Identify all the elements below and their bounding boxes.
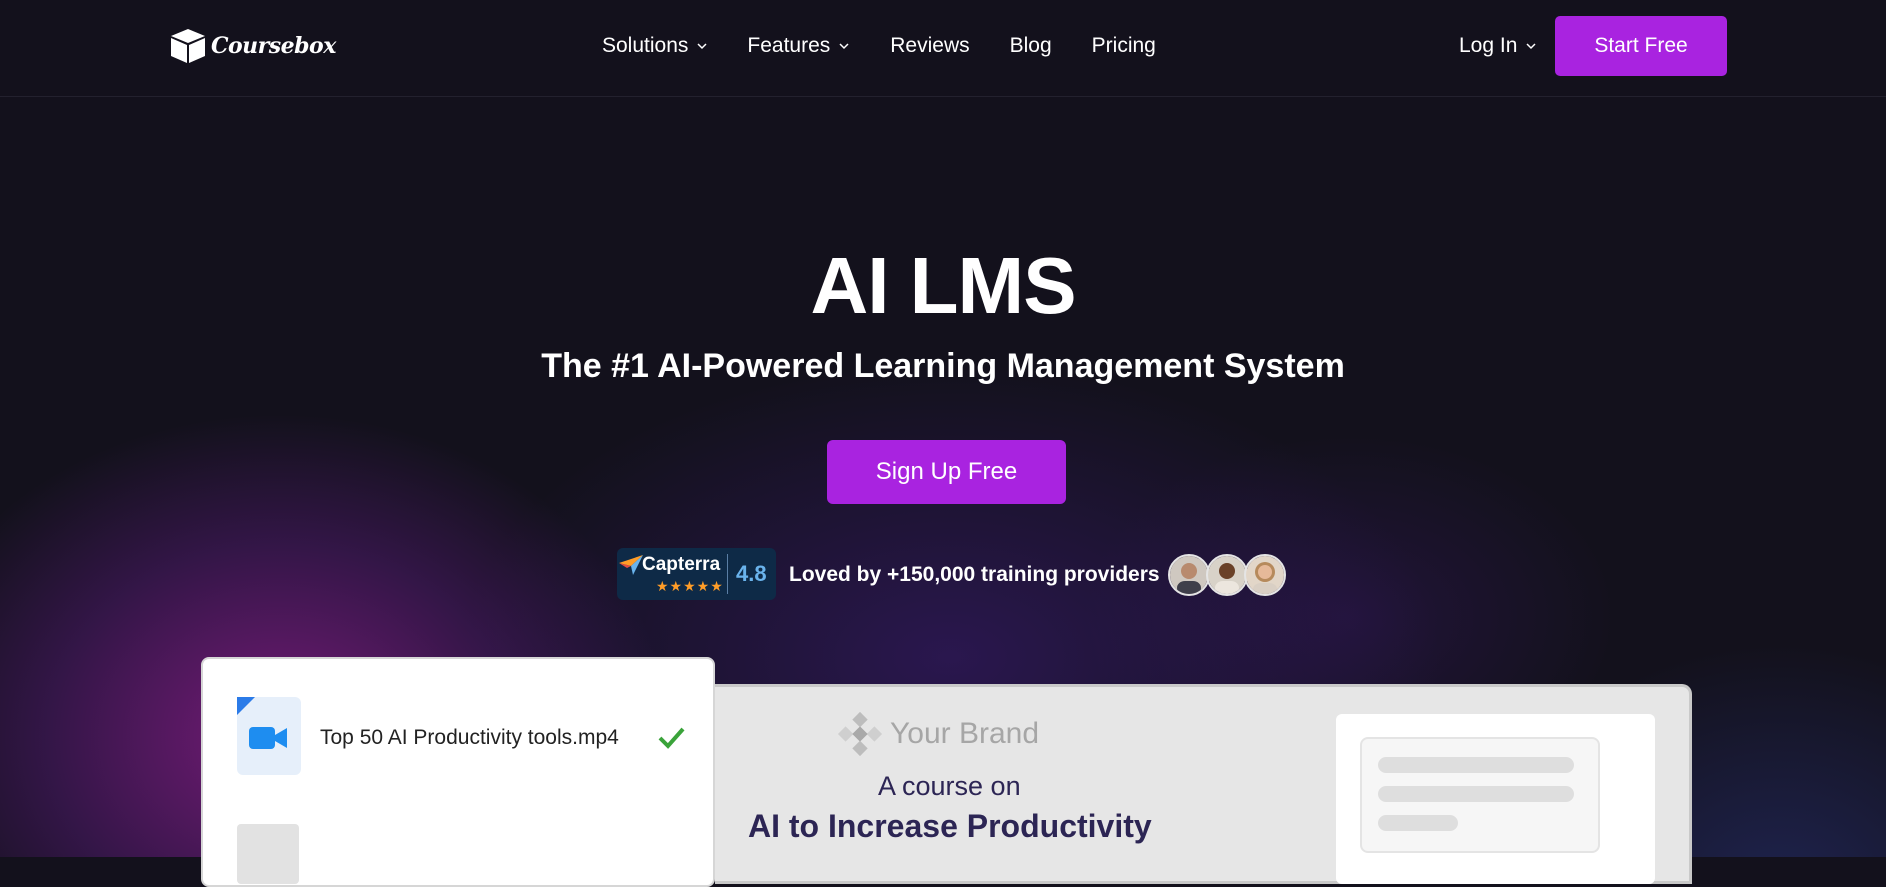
avatar (1244, 554, 1286, 596)
social-proof-text: Loved by +150,000 training providers (789, 563, 1160, 586)
coursebox-logo-icon (171, 29, 205, 63)
menu-item-label: Blog (1009, 34, 1052, 57)
capterra-score: 4.8 (736, 561, 767, 586)
video-file-thumbnail (237, 697, 301, 775)
menu-item-label: Reviews (890, 34, 970, 57)
main-menu: Solutions Features Reviews Blog Pricing (602, 34, 1156, 58)
sign-up-button[interactable]: Sign Up Free (827, 440, 1066, 504)
course-preview: Your Brand A course on AI to Increase Pr… (715, 684, 1692, 884)
chevron-down-icon (1526, 43, 1536, 50)
menu-item-label: Pricing (1091, 34, 1156, 57)
brand-name: Your Brand (890, 717, 1040, 750)
menu-item-label: Features (747, 34, 831, 57)
menu-item-solutions[interactable]: Solutions (602, 34, 708, 58)
login-link[interactable]: Log In (1459, 34, 1537, 58)
menu-item-label: Solutions (602, 34, 689, 57)
page-subtitle: The #1 AI-Powered Learning Management Sy… (541, 347, 1345, 385)
file-name: Top 50 AI Productivity tools.mp4 (320, 726, 619, 749)
capterra-stars: ★★★★★ (656, 578, 724, 594)
capterra-divider (727, 554, 728, 594)
checkmark-icon (658, 727, 685, 749)
chevron-down-icon (697, 43, 707, 50)
menu-item-blog[interactable]: Blog (1010, 34, 1052, 58)
logo[interactable]: Coursebox (168, 26, 336, 66)
preview-side-panel (1336, 714, 1655, 884)
brand-logo: Your Brand (836, 710, 1039, 758)
capterra-brand: Capterra ★★★★★ (617, 548, 727, 600)
course-title: AI to Increase Productivity (748, 808, 1152, 844)
avatar (1206, 554, 1248, 596)
course-intro: A course on (878, 771, 1021, 801)
placeholder-line (1378, 815, 1458, 831)
document-file-thumbnail (237, 824, 299, 884)
avatar (1168, 554, 1210, 596)
placeholder-line (1378, 786, 1574, 802)
top-nav: Coursebox Solutions Features Reviews Blo… (0, 0, 1886, 97)
video-camera-icon (249, 727, 287, 749)
capterra-badge[interactable]: Capterra ★★★★★ 4.8 (617, 548, 776, 600)
start-free-button[interactable]: Start Free (1555, 16, 1727, 76)
uploaded-file-card: Top 50 AI Productivity tools.mp4 (201, 657, 715, 887)
placeholder-line (1378, 757, 1574, 773)
avatar-group (1168, 554, 1286, 596)
placeholder-card (1360, 737, 1600, 853)
menu-item-reviews[interactable]: Reviews (890, 34, 969, 58)
menu-item-pricing[interactable]: Pricing (1092, 34, 1156, 58)
menu-item-features[interactable]: Features (747, 34, 850, 58)
capterra-name: Capterra (642, 554, 721, 575)
login-label: Log In (1459, 34, 1518, 57)
chevron-down-icon (839, 43, 849, 50)
brand-logo-icon (837, 711, 883, 757)
logo-text: Coursebox (211, 33, 336, 59)
page-title: AI LMS (810, 241, 1076, 330)
